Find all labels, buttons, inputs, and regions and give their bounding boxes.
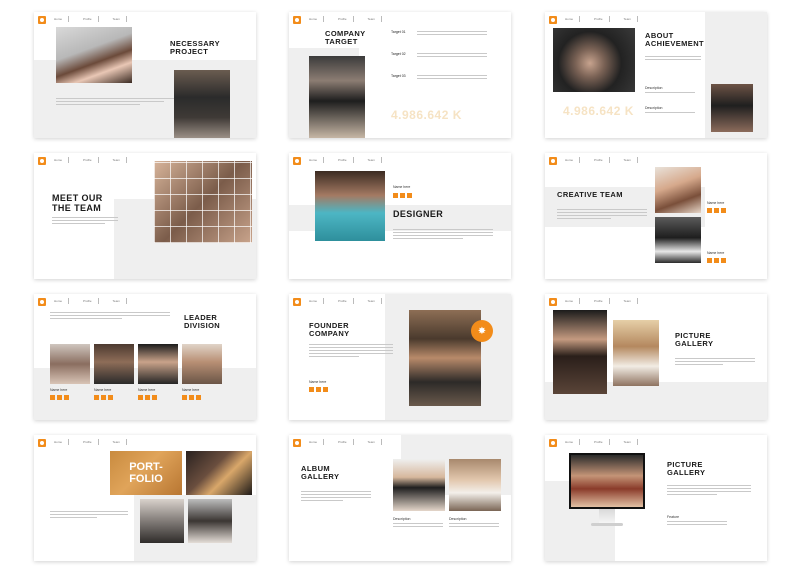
- social-icons: [309, 387, 328, 392]
- target-label-1: Target 01: [391, 30, 406, 34]
- logo-icon: [293, 298, 301, 306]
- team-member-photo-2: [655, 217, 701, 263]
- slide-meet-the-team[interactable]: Home Profile Team MEET OUR THE TEAM: [34, 153, 256, 279]
- portfolio-photo-1: [140, 499, 184, 543]
- designer-photo: [315, 171, 385, 241]
- target-label-3: Target 03: [391, 74, 406, 78]
- slide-creative-team[interactable]: Home Profile Team CREATIVE TEAM Name here …: [545, 153, 767, 279]
- blonde-photo: [613, 320, 659, 386]
- name-label: Name here: [309, 380, 327, 384]
- description-label-1: Description: [393, 517, 411, 521]
- slide-leader-division[interactable]: Home Profile Team LEADER DIVISION Name here…: [34, 294, 256, 420]
- slide-title: LEADER DIVISION: [184, 313, 221, 330]
- slide-title: FOUNDER COMPANY: [309, 321, 350, 338]
- portrait-photo: [56, 27, 132, 83]
- name-label-4: Name here: [182, 388, 200, 392]
- slide-nav: Home Profile Team: [565, 298, 638, 304]
- monitor-stand: [599, 509, 615, 523]
- logo-icon: [549, 157, 557, 165]
- monitor-screen: [569, 453, 645, 509]
- name-label-1: Name here: [50, 388, 68, 392]
- standing-photo: [711, 84, 753, 132]
- description-label-1: Description: [645, 86, 663, 90]
- night-photo: [186, 451, 252, 495]
- slide-title: ALBUM GALLERY: [301, 464, 340, 481]
- slide-title: MEET OUR THE TEAM: [52, 193, 103, 213]
- slide-nav: Home Profile Team: [54, 298, 127, 304]
- slide-designer[interactable]: Home Profile Team Name here DESIGNER: [289, 153, 511, 279]
- big-number: 4.986.642 K: [563, 104, 634, 118]
- fashion-photo: [174, 70, 230, 138]
- share-icon[interactable]: ✸: [471, 320, 493, 342]
- slide-portfolio[interactable]: Home Profile Team PORT- FOLIO: [34, 435, 256, 561]
- hooded-portrait-photo: [553, 28, 635, 92]
- slide-nav: Home Profile Team: [309, 16, 382, 22]
- body-text: [56, 98, 176, 107]
- logo-icon: [293, 439, 301, 447]
- sunglasses-photo: [553, 310, 607, 394]
- logo-icon: [549, 16, 557, 24]
- logo-icon: [38, 157, 46, 165]
- slide-nav: Home Profile Team: [54, 439, 127, 445]
- logo-icon: [38, 16, 46, 24]
- slide-picture-gallery-1[interactable]: Home Profile Team PICTURE GALLERY: [545, 294, 767, 420]
- social-icons-1: [707, 208, 726, 213]
- big-number: 4.986.642 K: [391, 108, 462, 122]
- logo-icon: [549, 439, 557, 447]
- slide-company-target[interactable]: Home Profile Team COMPANY TARGET Target 01 …: [289, 12, 511, 138]
- founder-photo: [409, 310, 481, 406]
- model-photo: [309, 56, 365, 138]
- logo-icon: [549, 298, 557, 306]
- team-member-photo-1: [655, 167, 701, 213]
- slide-album-gallery[interactable]: Home Profile Team ALBUM GALLERY Description…: [289, 435, 511, 561]
- slide-nav: Home Profile Team: [309, 298, 382, 304]
- slide-nav: Home Profile Team: [54, 157, 127, 163]
- logo-icon: [293, 16, 301, 24]
- logo-icon: [38, 298, 46, 306]
- name-label: Name here: [393, 185, 411, 189]
- album-photo-1: [393, 459, 445, 511]
- slide-title: COMPANY TARGET: [325, 29, 366, 46]
- slide-title: NECESSARY PROJECT: [170, 39, 220, 56]
- target-label-2: Target 02: [391, 52, 406, 56]
- logo-icon: [38, 439, 46, 447]
- slide-nav: Home Profile Team: [565, 439, 638, 445]
- name-label-3: Name here: [138, 388, 156, 392]
- leader-photo-1: [50, 344, 90, 384]
- description-label-2: Description: [449, 517, 467, 521]
- leader-photo-4: [182, 344, 222, 384]
- name-label-2: Name here: [707, 251, 725, 255]
- album-photo-2: [449, 459, 501, 511]
- slide-nav: Home Profile Team: [565, 16, 638, 22]
- portfolio-title-panel: PORT- FOLIO: [110, 451, 182, 495]
- leader-photo-3: [138, 344, 178, 384]
- feature-label: Feature: [667, 515, 680, 519]
- team-photo-grid: [154, 161, 252, 243]
- logo-icon: [293, 157, 301, 165]
- slide-nav: Home Profile Team: [309, 157, 382, 163]
- monitor-base: [591, 523, 623, 526]
- slide-necessary-project[interactable]: Home Profile Team NECESSARY PROJECT: [34, 12, 256, 138]
- slide-nav: Home Profile Team: [309, 439, 382, 445]
- slide-title: ABOUT ACHIEVEMENT: [645, 31, 704, 48]
- slide-title: PICTURE GALLERY: [667, 460, 706, 477]
- slide-about-achievement[interactable]: Home Profile Team ABOUT ACHIEVEMENT 4.986.6…: [545, 12, 767, 138]
- slide-founder-company[interactable]: Home Profile Team FOUNDER COMPANY Name here…: [289, 294, 511, 420]
- description-label-2: Description: [645, 106, 663, 110]
- slide-title: CREATIVE TEAM: [557, 190, 623, 199]
- social-icons-2: [707, 258, 726, 263]
- portfolio-photo-2: [188, 499, 232, 543]
- name-label-2: Name here: [94, 388, 112, 392]
- slide-title: DESIGNER: [393, 209, 444, 219]
- slide-title: PICTURE GALLERY: [675, 331, 714, 348]
- name-label-1: Name here: [707, 201, 725, 205]
- slide-nav: Home Profile Team: [54, 16, 127, 22]
- leader-photo-2: [94, 344, 134, 384]
- slide-picture-gallery-2[interactable]: Home Profile Team PICTURE GALLERY Feature: [545, 435, 767, 561]
- slide-nav: Home Profile Team: [565, 157, 638, 163]
- social-icons: [393, 193, 412, 198]
